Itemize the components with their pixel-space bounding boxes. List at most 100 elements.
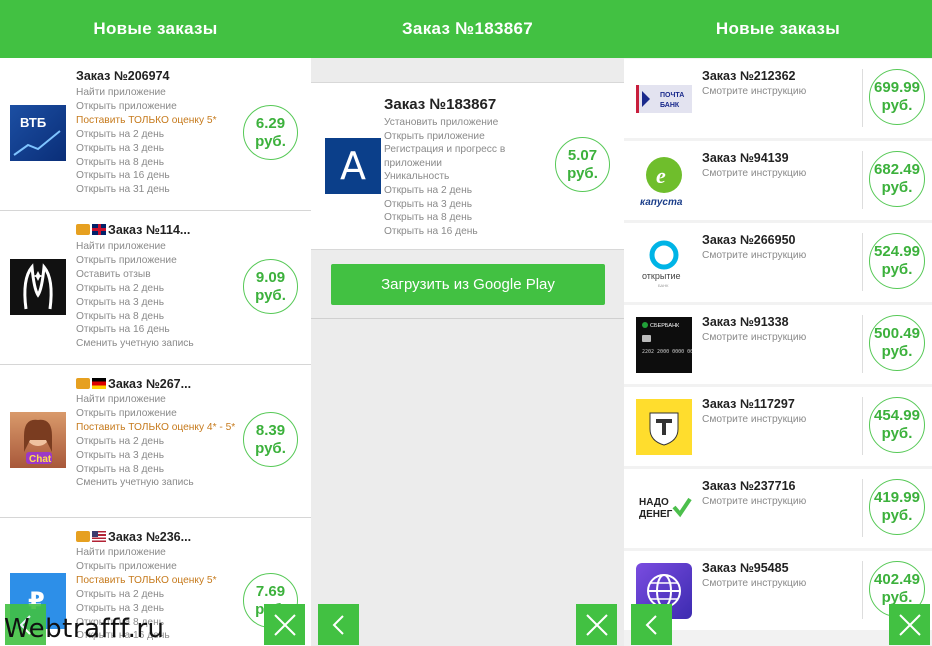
divider [862,397,863,455]
task-line: Открыть на 2 день [76,282,165,294]
task-line: Открыть на 16 день [384,225,478,237]
order-title: Заказ №236... [108,530,192,544]
download-google-play-button[interactable]: Загрузить из Google Play [331,264,605,305]
order-row[interactable]: НАДО ДЕНЕГ Заказ №237716 Смотрите инструк… [624,469,932,550]
svg-text:e: e [656,163,666,188]
app-logo: A [325,138,381,194]
price-badge: 5.07 руб. [555,137,610,192]
divider [862,561,863,619]
task-line: Сменить учетную запись [76,477,194,489]
middle-header: Заказ №183867 [311,0,624,58]
divider [862,151,863,209]
close-button[interactable] [264,604,305,645]
price-badge: 8.39 руб. [243,412,298,467]
order-title: Заказ №117297 [702,397,795,411]
task-line: Найти приложение [76,394,166,405]
order-subtitle: Смотрите инструкцию [702,414,807,425]
task-line: Открыть на 8 день [76,463,165,475]
order-row[interactable]: ВТБ Заказ №206974 Найти приложение Открыт… [0,58,311,211]
close-icon [273,613,296,636]
svg-text:Chat: Chat [29,454,52,465]
task-line: Сменить учетную запись [76,338,194,350]
tinkoff-logo [636,399,692,455]
task-line: Открыть на 31 день [76,184,170,196]
close-icon [585,613,608,636]
sberbank-card-logo: СБЕРБАНК 2202 2000 0000 0000 [636,317,699,373]
task-line: Установить приложение [384,117,499,128]
price-badge: 9.09 руб. [243,259,298,314]
task-list: Найти приложение Открыть приложение Постав… [76,86,236,197]
close-icon [898,613,921,636]
order-title: Заказ №91338 [702,315,789,329]
order-title: Заказ №267... [108,377,192,391]
price-badge: 682.49 руб. [869,151,925,207]
us-flag-icon [92,531,106,542]
refresh-icon [76,531,90,542]
close-button[interactable] [889,604,930,645]
task-line: Открыть на 16 день [76,170,170,182]
price-badge: 699.99 руб. [869,69,925,125]
svg-text:ПОЧТА: ПОЧТА [660,92,684,99]
task-line: Открыть приложение [76,407,177,419]
task-line: Открыть на 16 день [76,324,170,336]
svg-text:БАНК: БАНК [660,102,680,109]
order-subtitle: Смотрите инструкцию [702,86,807,97]
task-line: Открыть приложение [384,130,485,142]
svg-text:капуста: капуста [640,197,683,208]
pochta-bank-logo: ПОЧТА БАНК [636,71,692,127]
task-line: Открыть на 8 день [76,156,165,168]
right-panel: Новые заказы ПОЧТА БАНК Заказ №212362 Смо… [624,0,932,646]
task-line: Поставить ТОЛЬКО оценку 4* - 5* [76,421,236,433]
back-button[interactable] [318,604,359,645]
order-row[interactable]: Заказ №117297 Смотрите инструкцию 454.99… [624,387,932,468]
task-line: Открыть на 3 день [384,198,473,210]
order-title: Заказ №183867 [384,96,497,113]
svg-text:ДЕНЕГ: ДЕНЕГ [639,509,673,520]
divider [862,479,863,537]
svg-text:ВТБ: ВТБ [20,115,46,130]
order-row[interactable]: СБЕРБАНК 2202 2000 0000 0000 Заказ №91338… [624,305,932,386]
order-title: Заказ №212362 [702,69,796,83]
order-row[interactable]: ПОЧТА БАНК Заказ №212362 Смотрите инструк… [624,59,932,140]
task-line: Открыть на 2 день [76,128,165,140]
task-line: Открыть на 8 день [384,212,473,224]
order-title: Заказ №95485 [702,561,789,575]
order-subtitle: Смотрите инструкцию [702,496,807,507]
kapusta-logo: e капуста [636,153,692,209]
left-panel: Новые заказы ВТБ Заказ №206974 Найти при… [0,0,311,646]
task-line: Открыть приложение [76,100,177,112]
chat-girl-logo: Chat [10,412,66,468]
task-line: Открыть на 3 день [76,449,165,461]
refresh-icon [76,378,90,389]
order-row[interactable]: открытие БАНК Заказ №266950 Смотрите инст… [624,223,932,304]
close-button[interactable] [576,604,617,645]
order-row[interactable]: Заказ №114... Найти приложение Открыть пр… [0,211,311,365]
otkritie-logo: открытие БАНК [636,235,692,291]
task-line: Открыть на 2 день [384,184,473,196]
order-row[interactable]: e капуста Заказ №94139 Смотрите инструкци… [624,141,932,222]
order-subtitle: Смотрите инструкцию [702,168,807,179]
svg-text:НАДО: НАДО [639,497,669,508]
price-badge: 500.49 руб. [869,315,925,371]
task-list: Найти приложение Открыть приложение Остави… [76,240,236,351]
divider [862,233,863,291]
nado-deneg-logo: НАДО ДЕНЕГ [636,481,692,537]
task-line: Открыть на 2 день [76,588,165,600]
svg-text:2202 2000 0000 0000: 2202 2000 0000 0000 [642,349,692,355]
de-flag-icon [92,378,106,389]
task-line: Открыть на 2 день [76,435,165,447]
back-button[interactable] [631,604,672,645]
right-header: Новые заказы [624,0,932,58]
watermark: Webtrafff.ru [4,614,165,644]
left-header: Новые заказы [0,0,311,58]
task-list: Найти приложение Открыть приложение Постав… [76,393,236,490]
order-title: Заказ №237716 [702,479,796,493]
order-row[interactable]: Chat Заказ №267... Найти приложение Откры… [0,365,311,518]
task-line: Поставить ТОЛЬКО оценку 5* [76,114,217,126]
svg-text:БАНК: БАНК [658,283,669,288]
price-badge: 419.99 руб. [869,479,925,535]
svg-text:открытие: открытие [642,271,681,281]
uk-flag-icon [92,224,106,235]
task-list: Установить приложение Открыть приложение Р… [384,116,524,238]
price-badge: 6.29 руб. [243,105,298,160]
